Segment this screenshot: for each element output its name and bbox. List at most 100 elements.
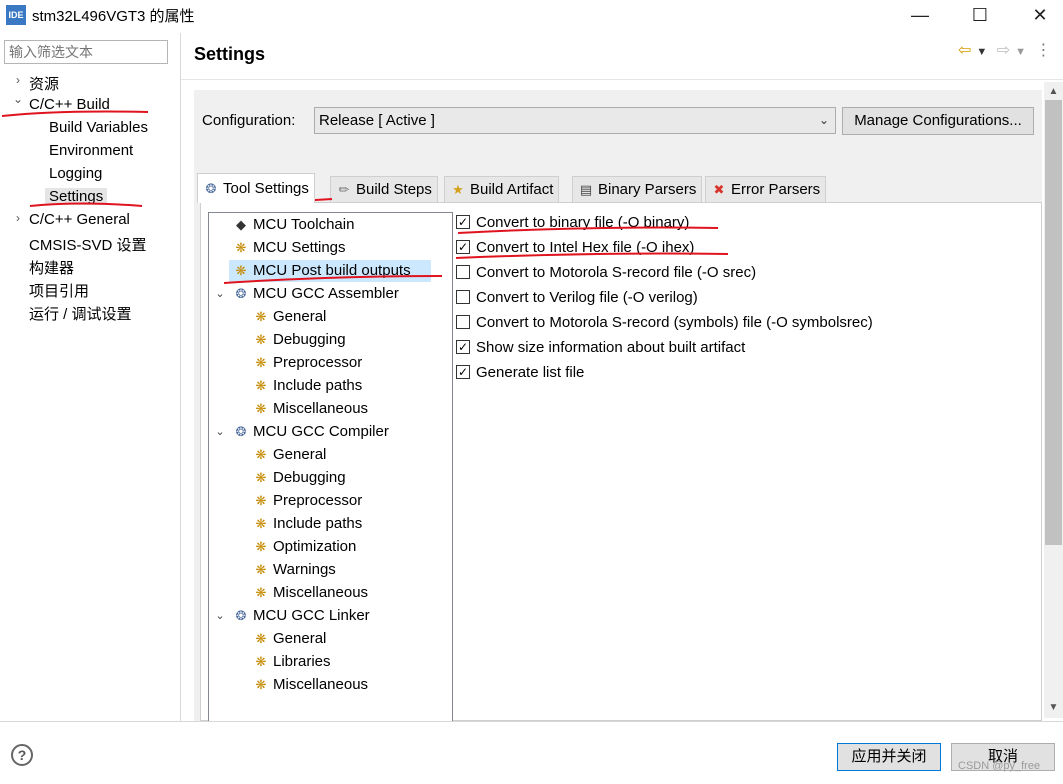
chevron-down-icon[interactable]: ⌄ bbox=[213, 283, 227, 305]
chevron-down-icon[interactable]: ⌄ bbox=[213, 421, 227, 443]
tree-item-assembler-miscellaneous[interactable]: ❋ Miscellaneous bbox=[229, 398, 429, 420]
tool-icon: ❂ bbox=[235, 286, 247, 301]
chevron-down-icon[interactable]: ⌄ bbox=[10, 92, 26, 106]
tree-item-compiler-include-paths[interactable]: ❋ Include paths bbox=[229, 513, 429, 535]
sidebar-item-label: Logging bbox=[49, 165, 103, 182]
error-parsers-icon: ✖ bbox=[713, 182, 725, 197]
settings-icon: ❋ bbox=[255, 631, 267, 646]
checkbox-checked[interactable]: ✓ bbox=[456, 340, 470, 354]
forward-dropdown-icon[interactable]: ▼ bbox=[1015, 46, 1026, 58]
tree-item-mcu-post-build-outputs[interactable]: ❋ MCU Post build outputs bbox=[229, 260, 431, 282]
sidebar-item-project-references[interactable]: 项目引用 bbox=[29, 280, 89, 301]
maximize-icon[interactable]: ☐ bbox=[957, 0, 1003, 30]
sidebar-item-run-debug-settings[interactable]: 运行 / 调试设置 bbox=[29, 303, 132, 324]
chevron-down-icon: ⌄ bbox=[818, 113, 829, 127]
tree-item-compiler-warnings[interactable]: ❋ Warnings bbox=[229, 559, 429, 581]
apply-and-close-button[interactable]: 应用并关闭 bbox=[837, 743, 941, 771]
configuration-select[interactable]: Release [ Active ] ⌄ bbox=[314, 107, 836, 134]
tree-item-label: General bbox=[273, 630, 327, 647]
divider bbox=[0, 721, 1063, 722]
tree-item-linker-miscellaneous[interactable]: ❋ Miscellaneous bbox=[229, 674, 429, 696]
scrollbar-thumb[interactable] bbox=[1045, 100, 1062, 545]
tree-item-mcu-toolchain[interactable]: ◆ MCU Toolchain bbox=[209, 214, 429, 236]
sidebar-item-settings[interactable]: Settings bbox=[45, 188, 108, 205]
tree-item-assembler-general[interactable]: ❋ General bbox=[229, 306, 429, 328]
tree-item-mcu-gcc-compiler[interactable]: ⌄ ❂ MCU GCC Compiler bbox=[209, 421, 439, 443]
more-icon[interactable]: ⋮ bbox=[1036, 42, 1052, 59]
tree-item-mcu-gcc-linker[interactable]: ⌄ ❂ MCU GCC Linker bbox=[209, 605, 439, 627]
settings-icon: ❋ bbox=[255, 516, 267, 531]
filter-input[interactable] bbox=[4, 40, 168, 64]
tool-icon: ❂ bbox=[235, 424, 247, 439]
sidebar-item-label: 构建器 bbox=[29, 260, 75, 277]
sidebar-item-environment[interactable]: Environment bbox=[49, 142, 133, 159]
binary-parsers-icon: ▤ bbox=[579, 182, 593, 197]
sidebar-item-build-variables[interactable]: Build Variables bbox=[49, 119, 148, 136]
settings-icon: ❋ bbox=[255, 447, 267, 462]
option-label: Generate list file bbox=[476, 364, 585, 381]
tree-item-compiler-optimization[interactable]: ❋ Optimization bbox=[229, 536, 429, 558]
checkbox-checked[interactable]: ✓ bbox=[456, 215, 470, 229]
scroll-down-icon[interactable]: ▼ bbox=[1044, 702, 1063, 713]
tab-tool-settings[interactable]: ❂ Tool Settings bbox=[197, 173, 315, 203]
chevron-down-icon[interactable]: ⌄ bbox=[213, 605, 227, 627]
settings-icon: ❋ bbox=[235, 263, 247, 278]
option-label: Show size information about built artifa… bbox=[476, 339, 746, 356]
back-arrow-icon[interactable]: ⇦ bbox=[958, 42, 971, 59]
scroll-up-icon[interactable]: ▲ bbox=[1044, 86, 1063, 97]
history-nav: ⇦ ▼ ⇨ ▼ ⋮ bbox=[958, 40, 1057, 60]
tab-error-parsers[interactable]: ✖ Error Parsers bbox=[705, 176, 827, 202]
watermark: CSDN @py_free bbox=[958, 760, 1041, 772]
tab-build-steps[interactable]: ✏ Build Steps bbox=[330, 176, 438, 202]
tree-item-assembler-include-paths[interactable]: ❋ Include paths bbox=[229, 375, 429, 397]
help-icon[interactable]: ? bbox=[11, 744, 33, 766]
configuration-value: Release [ Active ] bbox=[319, 112, 435, 129]
checkbox-unchecked[interactable] bbox=[456, 315, 470, 329]
tool-icon: ❂ bbox=[235, 608, 247, 623]
tree-item-label: Miscellaneous bbox=[273, 584, 369, 601]
chevron-right-icon[interactable]: › bbox=[10, 73, 26, 87]
close-icon[interactable]: ✕ bbox=[1017, 0, 1063, 30]
sidebar-item-logging[interactable]: Logging bbox=[49, 165, 102, 182]
tree-item-label: Debugging bbox=[273, 469, 346, 486]
tree-item-assembler-debugging[interactable]: ❋ Debugging bbox=[229, 329, 429, 351]
minimize-icon[interactable]: — bbox=[897, 0, 943, 30]
tree-item-linker-libraries[interactable]: ❋ Libraries bbox=[229, 651, 429, 673]
settings-icon: ❋ bbox=[255, 309, 267, 324]
tree-item-mcu-settings[interactable]: ❋ MCU Settings bbox=[209, 237, 429, 259]
forward-arrow-icon[interactable]: ⇨ bbox=[997, 42, 1010, 59]
settings-icon: ❋ bbox=[255, 585, 267, 600]
page-title: Settings bbox=[194, 44, 266, 64]
tree-item-label: Preprocessor bbox=[273, 354, 363, 371]
chevron-right-icon[interactable]: › bbox=[10, 211, 26, 225]
sidebar-item-label: Build Variables bbox=[49, 119, 148, 136]
back-dropdown-icon[interactable]: ▼ bbox=[976, 46, 987, 58]
sidebar-item-cmsis-svd[interactable]: CMSIS-SVD 设置 bbox=[29, 234, 147, 255]
tab-binary-parsers[interactable]: ▤ Binary Parsers bbox=[572, 176, 703, 202]
tree-item-mcu-gcc-assembler[interactable]: ⌄ ❂ MCU GCC Assembler bbox=[209, 283, 439, 305]
tree-item-assembler-preprocessor[interactable]: ❋ Preprocessor bbox=[229, 352, 429, 374]
tab-build-artifact[interactable]: ★ Build Artifact bbox=[444, 176, 560, 202]
tree-item-label: Preprocessor bbox=[273, 492, 363, 509]
settings-icon: ❋ bbox=[255, 378, 267, 393]
option-label: Convert to Motorola S-record file (-O sr… bbox=[476, 264, 757, 281]
build-steps-icon: ✏ bbox=[338, 182, 350, 197]
sidebar-item-label: Environment bbox=[49, 142, 134, 159]
tree-item-linker-general[interactable]: ❋ General bbox=[229, 628, 429, 650]
title-bar: IDE stm32L496VGT3 的属性 — ☐ ✕ bbox=[0, 0, 1063, 30]
checkbox-checked[interactable]: ✓ bbox=[456, 240, 470, 254]
divider bbox=[181, 79, 1063, 80]
manage-configurations-button[interactable]: Manage Configurations... bbox=[842, 107, 1034, 135]
chip-icon: ◆ bbox=[236, 217, 246, 232]
sidebar-item-builders[interactable]: 构建器 bbox=[29, 257, 74, 278]
tree-item-compiler-general[interactable]: ❋ General bbox=[229, 444, 429, 466]
sidebar-item-label: CMSIS-SVD 设置 bbox=[29, 237, 147, 254]
tree-item-label: MCU Toolchain bbox=[253, 216, 355, 233]
tree-item-compiler-preprocessor[interactable]: ❋ Preprocessor bbox=[229, 490, 429, 512]
tree-item-compiler-debugging[interactable]: ❋ Debugging bbox=[229, 467, 429, 489]
checkbox-unchecked[interactable] bbox=[456, 265, 470, 279]
tree-item-label: Libraries bbox=[273, 653, 331, 670]
tree-item-compiler-miscellaneous[interactable]: ❋ Miscellaneous bbox=[229, 582, 429, 604]
checkbox-checked[interactable]: ✓ bbox=[456, 365, 470, 379]
checkbox-unchecked[interactable] bbox=[456, 290, 470, 304]
